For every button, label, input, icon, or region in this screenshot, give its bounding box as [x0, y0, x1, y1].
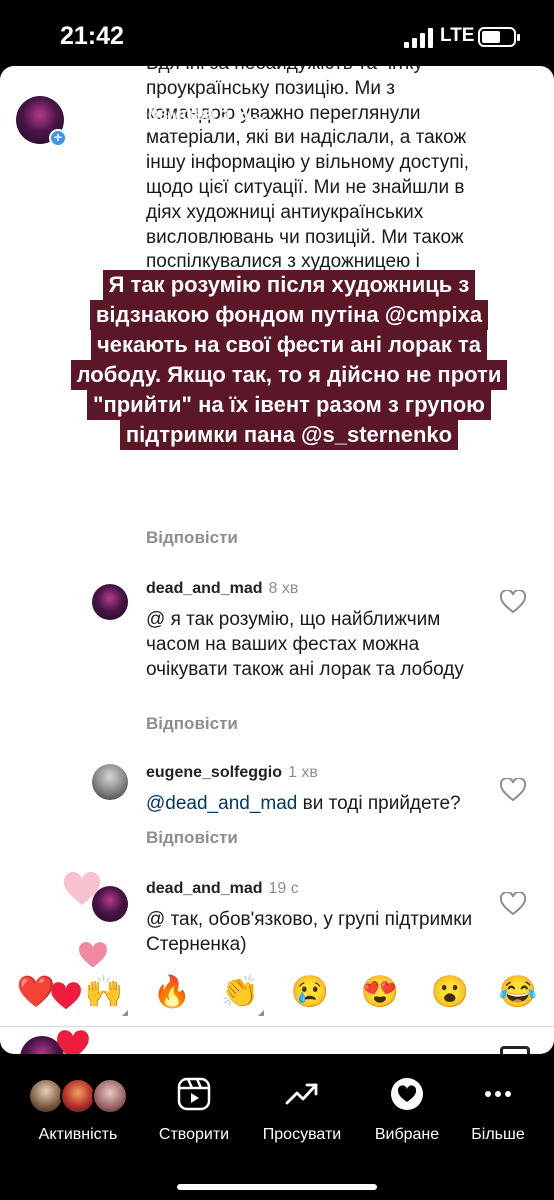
nav-label: Активність [38, 1126, 118, 1143]
reaction-crying[interactable]: 😢 [288, 970, 332, 1014]
like-heart-icon[interactable] [500, 778, 526, 802]
overlay-line: лободу. Якщо так, то я дійсно не проти [70, 360, 508, 390]
nav-promote[interactable]: Просувати [252, 1054, 352, 1154]
comment-username[interactable]: eugene_solfeggio [146, 764, 282, 781]
like-heart-icon[interactable] [500, 590, 526, 614]
comment-text: @ я так розумію, що найближчим часом на … [146, 609, 464, 680]
reaction-surprised[interactable]: 😮 [428, 970, 472, 1014]
comment-text: @ так, обов'язково, у групі підтримки Ст… [146, 909, 473, 955]
overlay-line: чекають на свої фести ані лорак та [91, 330, 487, 360]
like-heart-icon[interactable] [500, 892, 526, 916]
gif-sticker-icon[interactable] [500, 1046, 530, 1054]
commenter-avatar[interactable] [92, 764, 128, 800]
comment-time: 1 хв [288, 764, 318, 781]
reaction-bar: ❤️ 🙌 🔥 👏 😢 😍 😮 😂 [0, 960, 554, 1028]
reaction-fire[interactable]: 🔥 [150, 970, 194, 1014]
story-header: + Ваша розмова з Б... [0, 86, 554, 156]
nav-activity[interactable]: Активність [16, 1054, 140, 1154]
nav-label: Просувати [262, 1126, 342, 1143]
overlay-line: підтримки пана @s_sternenko [119, 420, 459, 450]
nav-label: Вибране [374, 1126, 440, 1143]
reply-link[interactable]: Відповісти [146, 714, 238, 734]
story-card: Вдячні за небайдужість та чітку проукраї… [0, 66, 554, 1054]
heart-icon [391, 1078, 423, 1110]
overlay-line: Я так розумію після художниць з [102, 270, 476, 300]
skin-tone-indicator [258, 1010, 264, 1016]
reaction-clap[interactable]: 👏 [218, 970, 264, 1016]
reply-link-post[interactable]: Відповісти [146, 528, 238, 548]
add-story-icon[interactable]: + [49, 129, 67, 147]
reaction-heart-eyes[interactable]: 😍 [358, 970, 402, 1014]
status-bar: 21:42 LTE [0, 0, 554, 66]
comment-username[interactable]: dead_and_mad [146, 880, 262, 897]
more-icon [485, 1091, 511, 1097]
story-title: Ваша розмова з Б... [80, 104, 265, 125]
comment-mention[interactable]: @dead_and_mad [146, 793, 297, 814]
story-text-overlay: Я так розумію після художниць з відзнако… [46, 270, 532, 450]
close-icon[interactable] [508, 98, 544, 134]
nav-label: Більше [471, 1126, 525, 1143]
reaction-raised-hands[interactable]: 🙌 [82, 970, 128, 1016]
network-label: LTE [440, 25, 475, 46]
reels-icon [177, 1077, 211, 1111]
comment-text: ви тоді прийдете? [297, 793, 461, 814]
comment-username[interactable]: dead_and_mad [146, 580, 262, 597]
nav-create[interactable]: Створити [146, 1054, 242, 1154]
nav-more[interactable]: Більше [458, 1054, 538, 1154]
commenter-avatar[interactable] [92, 584, 128, 620]
signal-icon [404, 28, 433, 48]
skin-tone-indicator [122, 1010, 128, 1016]
profile-avatar[interactable]: + [16, 96, 67, 147]
bottom-nav: Активність Створити Просувати Вибране Бі… [0, 1054, 554, 1200]
home-indicator[interactable] [177, 1184, 377, 1190]
nav-favorites[interactable]: Вибране [360, 1054, 454, 1154]
trend-icon [285, 1083, 318, 1105]
divider [0, 1026, 554, 1027]
battery-icon [478, 27, 520, 47]
activity-avatar [92, 1078, 128, 1114]
comment-time: 19 с [268, 880, 299, 897]
activity-avatar [28, 1078, 64, 1114]
overlay-line: "прийти" на їх івент разом з групою [87, 390, 491, 420]
activity-avatar [60, 1078, 96, 1114]
reply-link[interactable]: Відповісти [146, 828, 238, 848]
floating-heart-icon [63, 872, 101, 905]
overlay-line: відзнакою фондом путіна @cmpixa [89, 300, 489, 330]
nav-label: Створити [158, 1126, 230, 1143]
reaction-heart[interactable]: ❤️ [14, 970, 58, 1014]
reaction-laughing[interactable]: 😂 [496, 970, 540, 1014]
comment-time: 8 хв [268, 580, 299, 597]
status-time: 21:42 [60, 22, 124, 50]
